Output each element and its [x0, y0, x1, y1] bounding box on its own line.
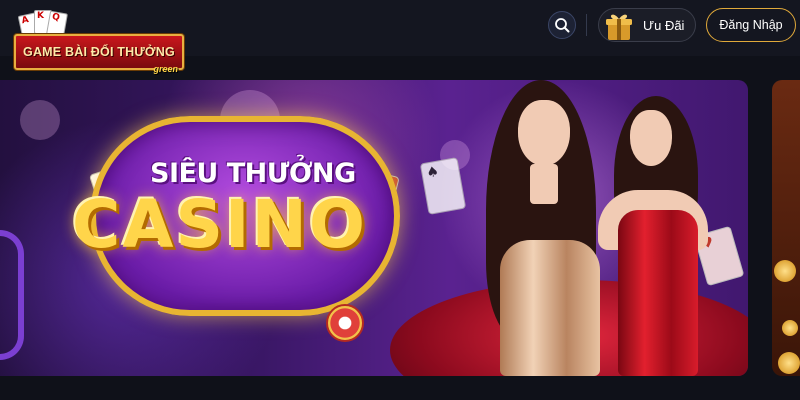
decorative-ring [0, 230, 24, 360]
logo-subtext: green [153, 64, 178, 74]
logo-text: GAME BÀI ĐỔI THƯỞNG [23, 45, 175, 59]
promotions-label: Ưu Đãi [643, 17, 685, 33]
bokeh-light [20, 100, 60, 140]
coin-icon [774, 260, 796, 282]
coin-icon [778, 352, 800, 374]
model-right-image [598, 90, 738, 376]
hero-banner[interactable]: A K ♥ ♠ ♥ SIÊU THƯỞNG CASINO [0, 80, 748, 376]
casino-chip-icon [326, 304, 364, 342]
next-slide-preview[interactable] [772, 80, 800, 376]
coin-icon [782, 320, 798, 336]
banner-title-main: CASINO [72, 186, 367, 263]
banner-title-top: SIÊU THƯỞNG [150, 158, 356, 189]
gift-icon [605, 11, 632, 40]
logo-banner: GAME BÀI ĐỔI THƯỞNG green [14, 34, 184, 74]
header-divider [586, 14, 587, 36]
login-button[interactable]: Đăng Nhập [706, 8, 796, 42]
site-logo[interactable]: A K Q GAME BÀI ĐỔI THƯỞNG green [14, 10, 186, 74]
search-button[interactable] [548, 11, 576, 39]
promotions-button[interactable]: Ưu Đãi [598, 8, 696, 42]
search-icon [555, 18, 570, 33]
